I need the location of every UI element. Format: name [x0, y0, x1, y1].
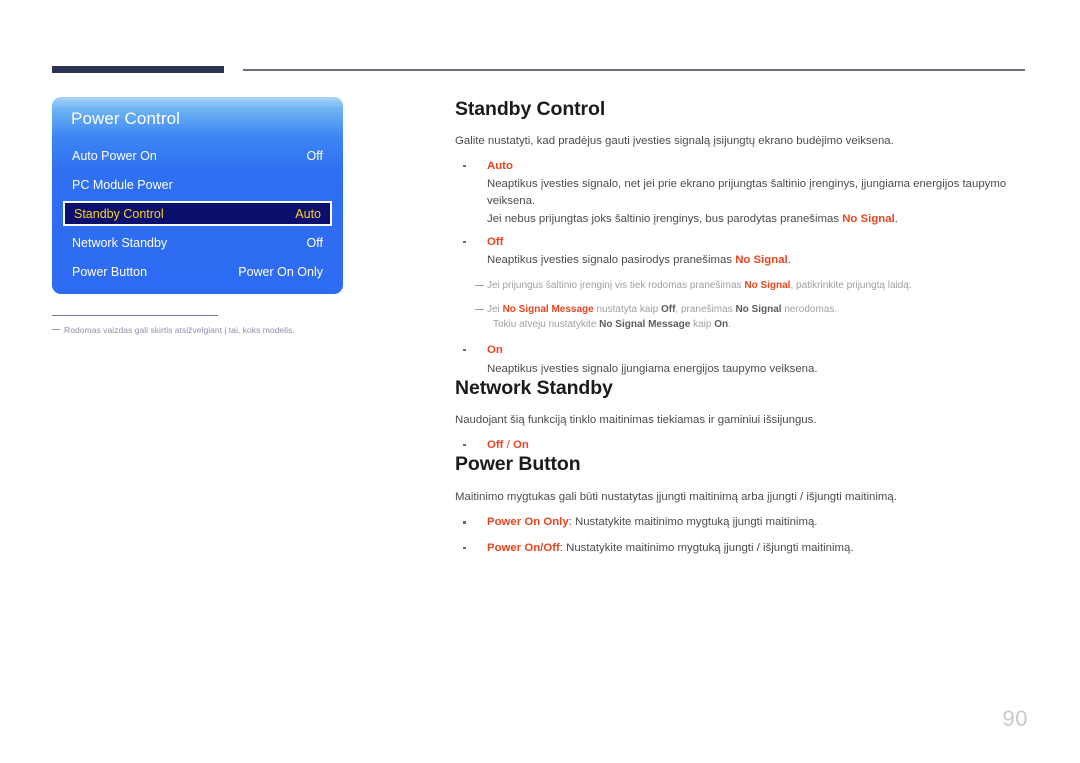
- standby-control-option-list-on: On Neaptikus įvesties signalo įjungiama …: [455, 342, 1027, 377]
- footnote-dash-icon: [52, 329, 60, 330]
- note-no-signal-message: Jei No Signal Message nustatyta kaip Off…: [455, 302, 1027, 332]
- text-fragment: , patikrinkite prijungtą laidą.: [790, 279, 912, 291]
- osd-row-value: Off: [306, 148, 323, 163]
- text-fragment: , pranešimas: [675, 303, 736, 315]
- osd-power-control-panel: Power Control Auto Power On Off PC Modul…: [52, 97, 343, 294]
- text-fragment: .: [728, 318, 731, 330]
- standby-control-intro: Galite nustatyti, kad pradėjus gauti įve…: [455, 135, 894, 148]
- text-fragment: nerodomas.: [781, 303, 838, 315]
- text-fragment: Jei nebus prijungtas joks šaltinio įreng…: [487, 213, 843, 226]
- text-fragment: Jei: [487, 303, 503, 315]
- keyword-no-signal: No Signal: [744, 279, 791, 291]
- header-rule: [243, 69, 1025, 71]
- option-term-power-on-only: Power On Only: [487, 516, 569, 529]
- option-term-on: On: [512, 438, 529, 451]
- standby-control-option-list: Auto Neaptikus įvesties signalo, net jei…: [455, 158, 1027, 269]
- keyword-no-signal-message: No Signal Message: [599, 318, 691, 330]
- power-button-option-list: Power On Only: Nustatykite maitinimo myg…: [455, 514, 1027, 556]
- option-term-on: On: [487, 343, 503, 356]
- osd-row-auto-power-on[interactable]: Auto Power On Off: [63, 143, 332, 168]
- osd-row-standby-control[interactable]: Standby Control Auto: [63, 201, 332, 226]
- header-accent-bar: [52, 66, 224, 73]
- list-item-off: Off Neaptikus įvesties signalo pasirodys…: [455, 234, 1027, 269]
- network-standby-intro: Naudojant šią funkciją tinklo maitinimas…: [455, 414, 817, 427]
- keyword-no-signal-message: No Signal Message: [502, 303, 594, 315]
- list-item-power-on-off: Power On/Off: Nustatykite maitinimo mygt…: [455, 540, 1027, 557]
- option-term-off: Off: [487, 235, 504, 248]
- footnote-text: Rodomas vaizdas gali skirtis atsižvelgia…: [64, 325, 295, 335]
- option-term-off: Off: [487, 438, 504, 451]
- power-button-intro: Maitinimo mygtukas gali būti nustatytas …: [455, 490, 897, 503]
- list-item-network-standby-options: Off / On: [455, 437, 1027, 454]
- option-desc-auto-line2: Jei nebus prijungtas joks šaltinio įreng…: [487, 211, 1027, 228]
- list-item-auto: Auto Neaptikus įvesties signalo, net jei…: [455, 158, 1027, 228]
- osd-row-power-button[interactable]: Power Button Power On Only: [63, 259, 332, 284]
- keyword-off: Off: [660, 303, 676, 315]
- option-desc-on-line1: Neaptikus įvesties signalo įjungiama ene…: [487, 362, 818, 375]
- text-fragment: Jei prijungus šaltinio įrenginį vis tiek…: [487, 279, 745, 291]
- osd-footnote: Rodomas vaizdas gali skirtis atsižvelgia…: [52, 325, 382, 335]
- footnote-rule: [52, 315, 218, 316]
- list-item-power-on-only: Power On Only: Nustatykite maitinimo myg…: [455, 514, 1027, 531]
- option-desc-power-on-only: : Nustatykite maitinimo mygtuką įjungti …: [568, 516, 818, 529]
- page-number: 90: [1002, 706, 1028, 731]
- text-fragment: kaip: [690, 318, 715, 330]
- option-desc-off-line1: Neaptikus įvesties signalo pasirodys pra…: [487, 252, 1027, 269]
- note-check-cable: Jei prijungus šaltinio įrenginį vis tiek…: [455, 278, 1027, 293]
- option-desc-power-on-off: : Nustatykite maitinimo mygtuką įjungti …: [559, 541, 854, 554]
- osd-row-label: PC Module Power: [72, 177, 173, 192]
- content-column: Standby Control Galite nustatyti, kad pr…: [455, 98, 1027, 556]
- option-separator: /: [503, 438, 513, 451]
- text-fragment: nustatyta kaip: [593, 303, 661, 315]
- osd-row-value: Auto: [295, 206, 321, 221]
- keyword-no-signal: No Signal: [735, 254, 788, 267]
- heading-standby-control: Standby Control: [455, 98, 606, 120]
- osd-row-label: Network Standby: [72, 235, 168, 250]
- text-fragment: Tokiu atveju nustatykite: [493, 318, 600, 330]
- heading-power-button: Power Button: [455, 453, 581, 476]
- option-term-auto: Auto: [487, 159, 513, 172]
- text-fragment: Neaptikus įvesties signalo pasirodys pra…: [487, 254, 736, 267]
- osd-row-network-standby[interactable]: Network Standby Off: [63, 230, 332, 255]
- keyword-no-signal: No Signal: [735, 303, 782, 315]
- osd-panel-title: Power Control: [71, 109, 181, 128]
- option-desc-auto-line1: Neaptikus įvesties signalo, net jei prie…: [487, 178, 1007, 207]
- keyword-on: On: [714, 318, 729, 330]
- osd-row-label: Standby Control: [74, 206, 164, 221]
- list-item-on: On Neaptikus įvesties signalo įjungiama …: [455, 342, 1027, 377]
- heading-network-standby: Network Standby: [455, 377, 613, 400]
- osd-row-value: Power On Only: [238, 264, 323, 279]
- osd-row-value: Off: [306, 235, 323, 250]
- keyword-no-signal: No Signal: [842, 213, 895, 226]
- option-term-power-on-off: Power On/Off: [487, 541, 560, 554]
- osd-row-pc-module-power[interactable]: PC Module Power: [63, 172, 332, 197]
- osd-row-label: Auto Power On: [72, 148, 157, 163]
- note-no-signal-message-cont: Tokiu atveju nustatykite No Signal Messa…: [487, 317, 1027, 332]
- text-fragment: .: [894, 213, 898, 226]
- text-fragment: .: [787, 254, 791, 267]
- osd-row-label: Power Button: [72, 264, 148, 279]
- network-standby-option-list: Off / On: [455, 437, 1027, 454]
